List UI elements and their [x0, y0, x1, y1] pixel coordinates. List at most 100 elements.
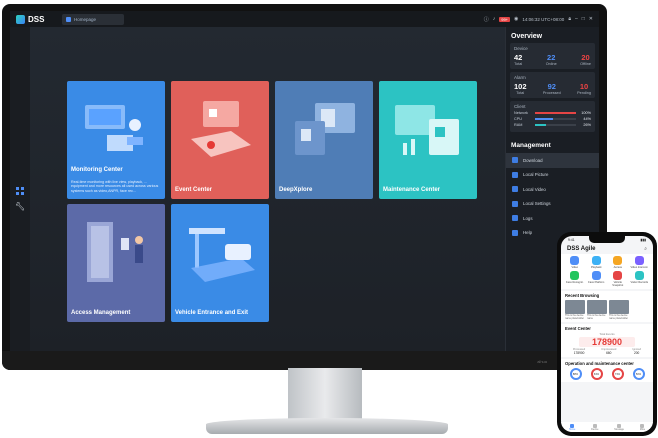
card-label: Vehicle Entrance and Exit	[175, 310, 249, 316]
device-panel[interactable]: Device 42 Total 22 Online 20 Offline	[510, 43, 595, 69]
search-icon[interactable]: ⌕	[644, 246, 647, 252]
card-monitoring-center[interactable]: Monitoring Center Real-time monitoring w…	[67, 81, 165, 199]
management-item-local-settings[interactable]: Local Settings	[506, 197, 599, 212]
alarm-panel[interactable]: Alarm 102 Total 92 Processed 10 Pending	[510, 72, 595, 98]
om-ring: 88%	[569, 368, 582, 380]
phone-tab-label: Device	[591, 427, 599, 431]
maximize-icon[interactable]: □	[582, 16, 585, 22]
card-deepxplore[interactable]: DeepXplore	[275, 81, 373, 199]
client-title: Client	[514, 104, 526, 109]
metric-value: 100%	[581, 111, 591, 115]
phone-tab-label: Message	[614, 427, 625, 431]
client-metric-cpu: CPU 44%	[514, 117, 591, 121]
management-item-label: Local Settings	[523, 201, 551, 207]
recent-item[interactable]: This is the device name placeholder	[565, 300, 585, 320]
event-stat-value: 660	[606, 351, 612, 355]
bell-icon[interactable]: ♪	[493, 16, 496, 22]
minimize-icon[interactable]: –	[575, 16, 578, 22]
recent-caption: This is the device name	[587, 314, 606, 320]
phone-tab-bar: Home Device Message Mine	[561, 422, 653, 432]
close-icon[interactable]: ✕	[589, 16, 593, 22]
phone-app-vehicle-snapshot[interactable]: Vehicle Snapshot	[608, 271, 628, 287]
recent-browsing-section: Recent Browsing This is the device name …	[561, 291, 653, 322]
phone-app-playback[interactable]: Playback	[587, 256, 607, 269]
left-rail: 🔧︎	[10, 27, 30, 351]
event-stat-value: 178900	[573, 351, 585, 355]
lock-icon[interactable]: 🔒︎	[568, 16, 571, 22]
phone-app-face-platform[interactable]: Face Platform	[587, 271, 607, 287]
clock: 14:06:32 UTC+08:00	[522, 16, 565, 22]
event-center-title: Event Center	[565, 326, 591, 331]
card-label: Access Management	[71, 310, 131, 316]
wrench-icon[interactable]: 🔧︎	[15, 202, 25, 211]
om-center-title: Operation and maintenance center	[565, 361, 634, 366]
recent-item[interactable]: This is the device name	[587, 300, 607, 320]
tab-label: Homepage	[74, 16, 97, 22]
phone-app-video-intercom[interactable]: Video Intercom	[630, 256, 650, 269]
phone-notch	[589, 236, 625, 243]
event-stat: Ignored 200	[632, 348, 641, 355]
device-offline: 20 Offline	[580, 53, 591, 66]
monitoring-illustration	[85, 105, 143, 151]
monitor-frame: DSS Homepage ⓘ ♪ 99+ ◉ 14:06:32 UTC+08:0…	[2, 4, 607, 370]
dss-logo: DSS	[10, 14, 62, 24]
app-label: Access	[613, 266, 622, 269]
event-illustration	[191, 101, 251, 157]
phone-app-video[interactable]: Video	[565, 256, 585, 269]
picture-icon	[512, 171, 518, 178]
metric-track	[535, 118, 576, 120]
phone-tab-home[interactable]: Home	[569, 423, 575, 431]
event-stat-value: 200	[633, 351, 640, 355]
overview-title: Overview	[511, 33, 543, 40]
app-label: Playback	[590, 266, 602, 269]
access-illustration	[87, 222, 143, 282]
info-icon[interactable]: ⓘ	[484, 16, 489, 23]
card-maintenance-center[interactable]: Maintenance Center	[379, 81, 477, 199]
recent-item[interactable]: This is the device name placeholder	[609, 300, 629, 320]
event-center-section[interactable]: Event Center Total Events 178900 Process…	[561, 324, 653, 357]
phone-app-access[interactable]: Access	[608, 256, 628, 269]
phone-frame: 9:41 ▮▮▮ DSS Agile ⌕ Video Playback Access…	[557, 232, 657, 436]
app-icon	[591, 256, 601, 265]
event-total-value: 178900	[579, 337, 635, 347]
monitor-base	[206, 418, 448, 434]
apps-grid-icon[interactable]	[16, 187, 24, 195]
phone-app-face-recognit-[interactable]: Face Recognit.	[565, 271, 585, 287]
card-access-management[interactable]: Access Management	[67, 204, 165, 322]
phone-tab-device[interactable]: Device	[591, 423, 599, 431]
recent-caption: This is the device name placeholder	[609, 314, 629, 320]
om-ring: 63%	[590, 368, 603, 380]
card-vehicle-entrance-exit[interactable]: Vehicle Entrance and Exit	[171, 204, 269, 322]
recent-browsing-title: Recent Browsing	[565, 293, 600, 298]
client-panel: Client Network 100% CPU 44% RAM 26%	[510, 101, 595, 132]
phone-app-grid: Video Playback Access Video Intercom Face Re…	[561, 254, 653, 289]
phone-app-title: DSS Agile	[567, 246, 596, 252]
card-label: Event Center	[175, 187, 213, 193]
title-bar: DSS Homepage ⓘ ♪ 99+ ◉ 14:06:32 UTC+08:0…	[10, 11, 599, 27]
management-item-logs[interactable]: Logs	[506, 211, 599, 226]
management-item-label: Logs	[523, 215, 533, 221]
app-label: Visitor Records	[630, 281, 649, 284]
logs-icon	[512, 215, 518, 222]
dss-logo-icon	[16, 14, 25, 24]
management-item-label: Local Picture	[523, 172, 549, 178]
phone-time: 9:41	[568, 238, 575, 242]
download-icon	[512, 157, 518, 164]
management-item-download[interactable]: Download	[506, 153, 599, 168]
management-item-local-picture[interactable]: Local Picture	[506, 168, 599, 183]
card-description: Real-time monitoring with live view, pla…	[71, 179, 159, 193]
om-ring: 50%	[632, 368, 645, 380]
phone-app-visitor-records[interactable]: Visitor Records	[630, 271, 650, 287]
metric-label: RAM	[514, 123, 523, 127]
phone-tab-message[interactable]: Message	[614, 423, 625, 431]
tab-homepage[interactable]: Homepage	[62, 13, 124, 25]
video-icon	[512, 186, 518, 193]
phone-tab-mine[interactable]: Mine	[640, 423, 645, 431]
management-item-local-video[interactable]: Local Video	[506, 182, 599, 197]
app-icon	[570, 271, 580, 280]
user-icon[interactable]: ◉	[514, 16, 518, 22]
alarm-badge[interactable]: 99+	[499, 16, 511, 22]
om-center-section[interactable]: Operation and maintenance center 88% 63% 7…	[561, 359, 653, 382]
card-event-center[interactable]: Event Center	[171, 81, 269, 199]
app-icon	[634, 271, 644, 280]
